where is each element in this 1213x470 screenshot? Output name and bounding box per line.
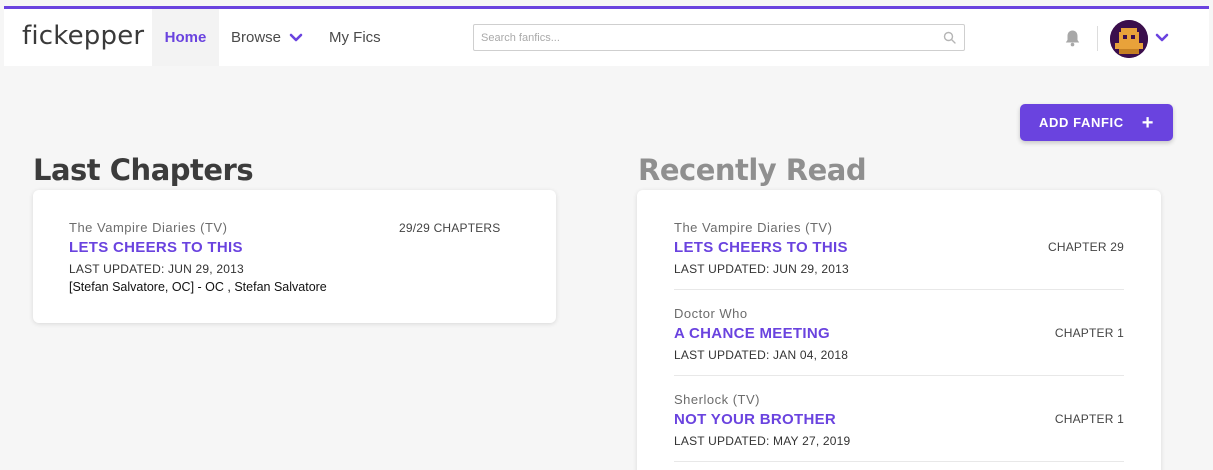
bell-icon[interactable] [1064, 29, 1081, 47]
navbar: fickepper Home Browse My Fics [4, 9, 1209, 66]
fanfic-fandom: Doctor Who [674, 306, 748, 321]
section-title-recently-read: Recently Read [638, 153, 867, 187]
section-title-last-chapters: Last Chapters [33, 153, 254, 187]
list-item: The Vampire Diaries (TV) LETS CHEERS TO … [674, 220, 1124, 306]
chapter-label: CHAPTER 1 [1054, 326, 1124, 340]
chapter-label: CHAPTER 29 [1047, 240, 1124, 254]
divider [674, 461, 1124, 462]
last-updated: LAST UPDATED: JUN 29, 2013 [674, 262, 849, 276]
search-box [473, 24, 965, 51]
last-chapters-card: The Vampire Diaries (TV) 29/29 CHAPTERS … [33, 190, 556, 323]
search-icon[interactable] [943, 31, 956, 44]
avatar-image-icon [1110, 20, 1148, 58]
nav-browse[interactable]: Browse [231, 9, 303, 66]
divider [674, 375, 1124, 376]
fanfic-title-link[interactable]: LETS CHEERS TO THIS [69, 239, 243, 256]
fanfic-fandom: Sherlock (TV) [674, 392, 760, 407]
nav-home[interactable]: Home [152, 9, 219, 66]
chevron-down-icon [289, 33, 303, 41]
logo[interactable]: fickepper [22, 21, 144, 51]
last-updated: LAST UPDATED: JUN 29, 2013 [69, 262, 244, 276]
fanfic-fandom: The Vampire Diaries (TV) [69, 220, 228, 235]
last-updated: LAST UPDATED: MAY 27, 2019 [674, 434, 851, 448]
nav-divider [1097, 26, 1098, 51]
plus-icon: + [1141, 111, 1154, 134]
characters: [Stefan Salvatore, OC] - OC , Stefan Sal… [69, 280, 327, 294]
fanfic-title-link[interactable]: NOT YOUR BROTHER [674, 411, 836, 428]
add-fanfic-label: ADD FANFIC [1039, 115, 1124, 130]
fanfic-title-link[interactable]: LETS CHEERS TO THIS [674, 239, 848, 256]
chapter-count: 29/29 CHAPTERS [399, 221, 501, 235]
list-item: Doctor Who A CHANCE MEETING CHAPTER 1 LA… [674, 306, 1124, 392]
chapter-label: CHAPTER 1 [1054, 412, 1124, 426]
avatar[interactable] [1110, 20, 1148, 58]
fanfic-title-link[interactable]: A CHANCE MEETING [674, 325, 830, 342]
nav-my-fics[interactable]: My Fics [329, 9, 381, 66]
list-item: Sherlock (TV) NOT YOUR BROTHER CHAPTER 1… [674, 392, 1124, 470]
fanfic-fandom: The Vampire Diaries (TV) [674, 220, 833, 235]
add-fanfic-button[interactable]: ADD FANFIC + [1020, 104, 1173, 141]
nav-browse-label: Browse [231, 29, 282, 46]
last-updated: LAST UPDATED: JAN 04, 2018 [674, 348, 849, 362]
recently-read-card: The Vampire Diaries (TV) LETS CHEERS TO … [637, 190, 1161, 470]
chevron-down-icon[interactable] [1155, 33, 1169, 43]
divider [674, 289, 1124, 290]
search-input[interactable] [474, 25, 914, 50]
